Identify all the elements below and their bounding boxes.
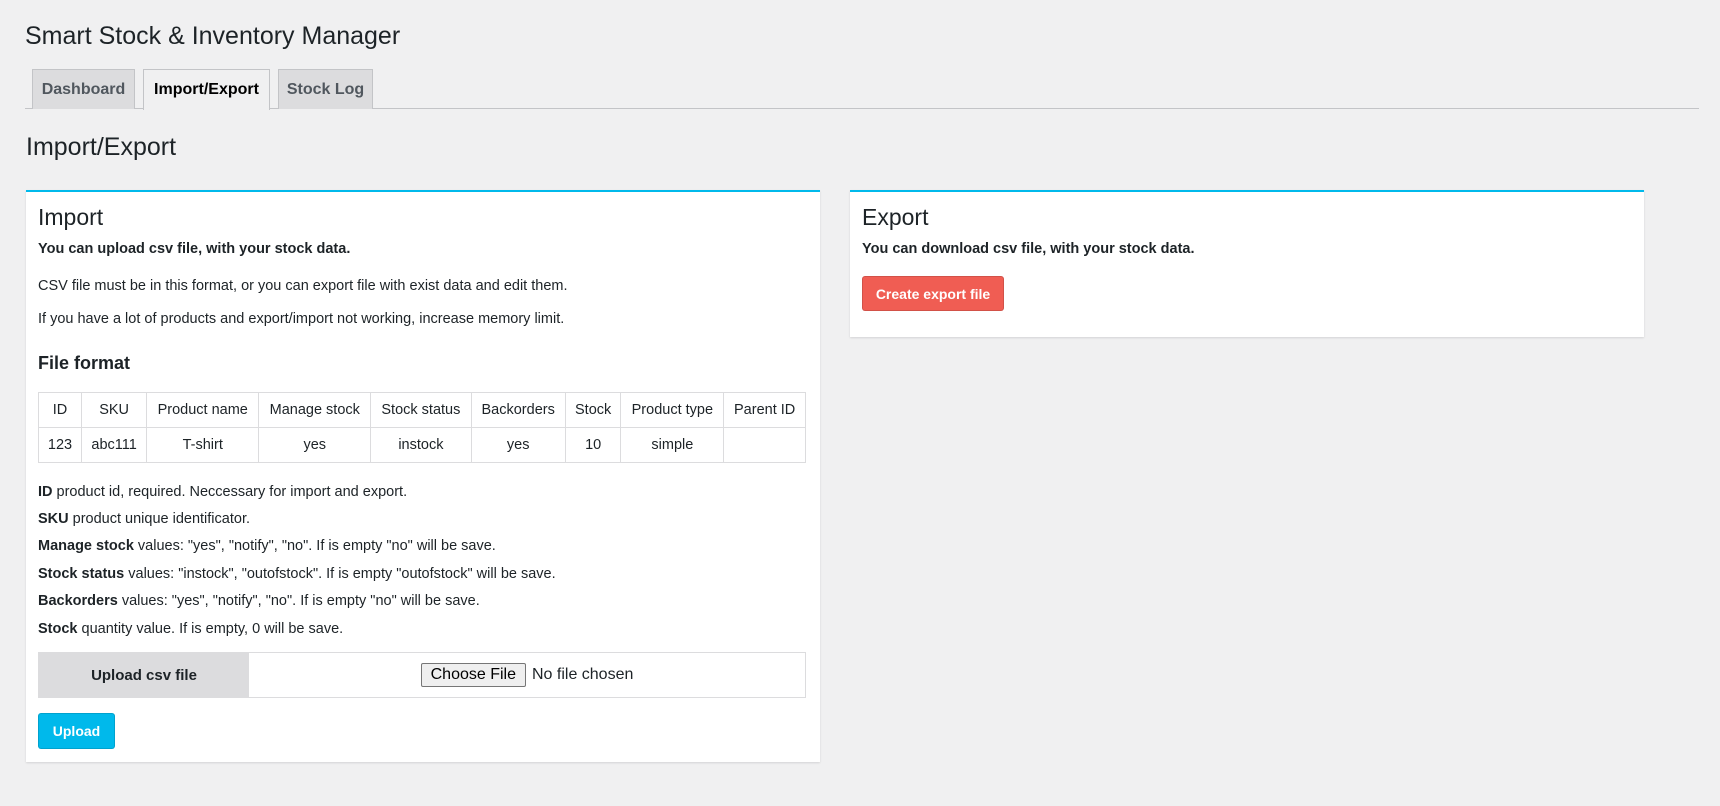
cell-stock: 10 (564, 427, 622, 463)
upload-row: Upload csv file Choose File No file chos… (38, 652, 806, 698)
desc-stock: Stock quantity value. If is empty, 0 wil… (38, 621, 343, 637)
tab-dashboard[interactable]: Dashboard (32, 69, 135, 109)
desc-term: Backorders (38, 593, 118, 609)
col-stock-status: Stock status (370, 392, 472, 428)
desc-id: ID product id, required. Neccessary for … (38, 484, 407, 500)
col-backorders: Backorders (470, 392, 566, 428)
desc-term: Stock (38, 621, 78, 637)
file-input[interactable]: Choose File No file chosen (249, 653, 805, 697)
import-intro: You can upload csv file, with your stock… (38, 241, 351, 257)
desc-text: values: "yes", "notify", "no". If is emp… (133, 538, 496, 554)
col-sku: SKU (81, 392, 148, 428)
desc-term: ID (38, 484, 53, 500)
desc-manage-stock: Manage stock values: "yes", "notify", "n… (38, 538, 496, 554)
import-card: Import You can upload csv file, with you… (26, 190, 820, 762)
col-product-name: Product name (146, 392, 260, 428)
cell-backorders: yes (470, 427, 566, 463)
col-product-type: Product type (620, 392, 725, 428)
cell-id: 123 (37, 427, 83, 463)
cell-parent-id (723, 427, 806, 463)
desc-backorders: Backorders values: "yes", "notify", "no"… (38, 593, 480, 609)
cell-product-type: simple (620, 427, 725, 463)
desc-text: product unique identificator. (68, 511, 250, 527)
no-file-text: No file chosen (531, 666, 634, 683)
desc-text: values: "yes", "notify", "no". If is emp… (117, 593, 480, 609)
import-note-memory: If you have a lot of products and export… (38, 311, 565, 327)
desc-term: Manage stock (38, 538, 134, 554)
upload-button[interactable]: Upload (38, 713, 115, 749)
app-title: Smart Stock & Inventory Manager (25, 22, 401, 50)
desc-term: SKU (38, 511, 69, 527)
desc-stock-status: Stock status values: "instock", "outofst… (38, 566, 556, 582)
cell-sku: abc111 (81, 427, 148, 463)
desc-text: values: "instock", "outofstock". If is e… (124, 566, 556, 582)
desc-text: product id, required. Neccessary for imp… (52, 484, 408, 500)
col-parent-id: Parent ID (723, 392, 806, 428)
upload-label: Upload csv file (39, 653, 249, 697)
export-intro: You can download csv file, with your sto… (862, 241, 1195, 257)
file-format-title: File format (38, 353, 131, 373)
export-card: Export You can download csv file, with y… (850, 190, 1644, 337)
desc-text: quantity value. If is empty, 0 will be s… (77, 621, 344, 637)
tab-bar: Dashboard Import/Export Stock Log (25, 69, 1699, 110)
table-row: 123 abc111 T-shirt yes instock yes 10 si… (37, 427, 806, 463)
desc-term: Stock status (38, 566, 125, 582)
import-note-format: CSV file must be in this format, or you … (38, 278, 568, 294)
export-title: Export (862, 204, 929, 230)
table-header-row: ID SKU Product name Manage stock Stock s… (37, 392, 806, 428)
choose-file-button[interactable]: Choose File (420, 663, 526, 687)
import-title: Import (38, 204, 104, 230)
cell-manage-stock: yes (258, 427, 372, 463)
col-id: ID (37, 392, 83, 428)
file-format-table: ID SKU Product name Manage stock Stock s… (37, 392, 806, 463)
cell-stock-status: instock (370, 427, 472, 463)
desc-sku: SKU product unique identificator. (38, 511, 250, 527)
tab-stock-log[interactable]: Stock Log (278, 69, 373, 109)
page-title: Import/Export (26, 133, 177, 161)
col-stock: Stock (564, 392, 622, 428)
col-manage-stock: Manage stock (258, 392, 372, 428)
tab-import-export[interactable]: Import/Export (143, 69, 270, 110)
create-export-file-button[interactable]: Create export file (862, 276, 1004, 311)
cell-product-name: T-shirt (146, 427, 260, 463)
